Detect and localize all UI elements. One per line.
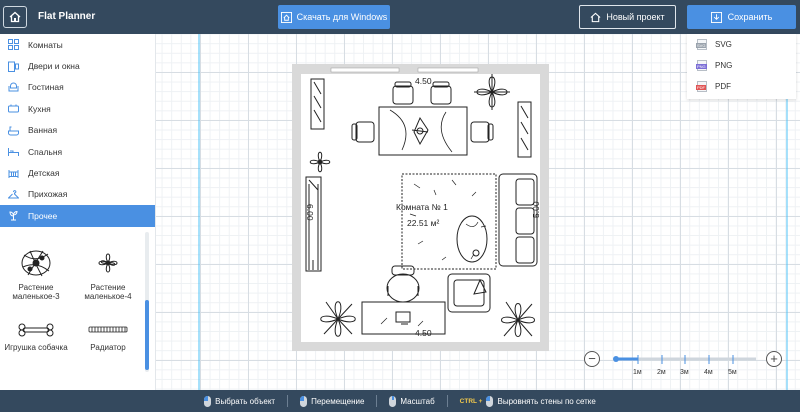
catalog-items: Растение маленькое-3 Растение маленькое-… [0, 233, 148, 390]
sidebar-item-label: Двери и окна [28, 61, 80, 72]
catalog-item-dog-toy[interactable]: Игрушка собачка [0, 319, 72, 352]
dog-toy-icon [18, 323, 54, 337]
sidebar-item-label: Кухня [28, 103, 51, 114]
app-title: Flat Planner [38, 11, 96, 22]
catalog-item-plant-small-3[interactable]: Растение маленькое-3 [0, 245, 72, 301]
export-menu: SVG SVG PNG PNG PDF PDF [687, 34, 796, 99]
save-label: Сохранить [727, 12, 773, 22]
zoom-in-symbol: + [770, 351, 778, 366]
hint-align-label: Выровнять стены по сетке [497, 396, 596, 406]
sidebar-item-kids-room[interactable]: Детская [0, 162, 155, 183]
sidebar-item-label: Прихожая [28, 189, 68, 200]
radiator-icon [88, 326, 128, 333]
room-area: 22.51 м² [407, 218, 439, 228]
sidebar-item-rooms[interactable]: Комнаты [0, 34, 155, 55]
sidebar-item-living-room[interactable]: Гостиная [0, 77, 155, 98]
mouse-left-click-icon [486, 395, 494, 407]
zoom-out-symbol: − [588, 351, 596, 366]
door-icon [7, 60, 19, 72]
png-file-icon: PNG [696, 60, 707, 71]
bed-icon [7, 146, 19, 158]
catalog-scrollbar[interactable] [145, 232, 149, 372]
zoom-tick-label: 3м [680, 369, 689, 376]
hint-select: Выбрать объект [204, 395, 276, 407]
catalog-scrollbar-thumb[interactable] [145, 300, 149, 370]
sidebar-item-other[interactable]: Прочее [0, 205, 155, 227]
download-windows-label: Скачать для Windows [296, 12, 388, 22]
sidebar-item-label: Комнаты [28, 39, 63, 50]
rooms-grid-icon [7, 39, 19, 51]
sidebar-item-bathroom[interactable]: Ванная [0, 120, 155, 141]
hint-scale: Масштаб [389, 395, 435, 407]
zoom-tick-label: 1м [633, 369, 642, 376]
hint-select-label: Выбрать объект [215, 396, 276, 406]
sidebar-item-label: Прочее [28, 210, 58, 221]
dimension-right: 5.00 [531, 201, 541, 218]
mouse-left-click-icon [204, 395, 212, 407]
zoom-tick-label: 4м [704, 369, 713, 376]
catalog-item-label: Растение маленькое-3 [12, 283, 60, 301]
sidebar-item-label: Ванная [28, 125, 58, 136]
crib-icon [7, 167, 19, 179]
sidebar-item-hallway[interactable]: Прихожая [0, 184, 155, 205]
home-logo-icon[interactable] [3, 6, 27, 28]
sidebar-item-label: Спальня [28, 146, 63, 157]
new-project-label: Новый проект [606, 12, 665, 22]
zoom-out-button[interactable]: − [584, 351, 600, 367]
divider [287, 395, 289, 407]
pdf-file-icon: PDF [696, 81, 707, 92]
download-icon [710, 11, 722, 23]
top-bar: Flat Planner Скачать для Windows Новый п… [0, 0, 800, 34]
hint-move: Перемещение [300, 395, 365, 407]
home-icon [590, 12, 601, 22]
hint-move-label: Перемещение [311, 396, 365, 406]
export-pdf-label: PDF [715, 82, 731, 91]
dimension-bottom: 4.50 [415, 328, 432, 338]
dimension-top: 4.50 [415, 76, 432, 86]
zoom-slider-handle[interactable] [613, 356, 619, 362]
mouse-wheel-icon [389, 395, 397, 407]
hint-align: CTRL + Выровнять стены по сетке [459, 395, 596, 407]
zoom-tick-label: 2м [657, 369, 666, 376]
new-project-button[interactable]: Новый проект [579, 5, 676, 29]
export-svg-label: SVG [715, 40, 732, 49]
status-bar: Выбрать объект Перемещение Масштаб CTRL … [0, 390, 800, 412]
sidebar-item-bedroom[interactable]: Спальня [0, 141, 155, 162]
plant-small-3-icon [21, 250, 51, 277]
mouse-drag-icon [300, 395, 308, 407]
catalog-item-plant-small-4[interactable]: Растение маленькое-4 [72, 245, 144, 301]
room-name[interactable]: Комната № 1 [396, 202, 448, 212]
catalog-item-label: Игрушка собачка [4, 343, 68, 352]
sidebar-item-label: Детская [28, 168, 60, 179]
home-icon [280, 11, 292, 23]
export-svg-item[interactable]: SVG SVG [687, 34, 796, 55]
sofa-icon [7, 81, 19, 93]
export-png-item[interactable]: PNG PNG [687, 55, 796, 76]
divider [376, 395, 378, 407]
sidebar-item-doors-windows[interactable]: Двери и окна [0, 55, 155, 76]
sidebar: Комнаты Двери и окна Гостиная Кухня Ванн… [0, 34, 156, 390]
divider [446, 395, 448, 407]
hanger-icon [7, 188, 19, 200]
svg-file-icon: SVG [696, 39, 707, 50]
plant-small-4-icon [98, 253, 118, 273]
sidebar-item-kitchen[interactable]: Кухня [0, 98, 155, 119]
catalog-item-label: Растение маленькое-4 [84, 283, 132, 301]
zoom-scale[interactable]: 1м 2м 3м 4м 5м [613, 355, 756, 376]
plant-icon [7, 210, 19, 222]
export-png-label: PNG [715, 61, 733, 70]
export-pdf-item[interactable]: PDF PDF [687, 76, 796, 97]
catalog-item-label: Радиатор [90, 343, 126, 352]
hint-scale-label: Масштаб [400, 396, 435, 406]
catalog-item-radiator[interactable]: Радиатор [72, 319, 144, 352]
sidebar-item-label: Гостиная [28, 82, 64, 93]
zoom-tick-label: 5м [728, 369, 737, 376]
download-windows-button[interactable]: Скачать для Windows [278, 5, 390, 29]
dimension-left: 6.00 [305, 204, 315, 221]
save-button[interactable]: Сохранить [687, 5, 796, 29]
kitchen-icon [7, 103, 19, 115]
zoom-in-button[interactable]: + [766, 351, 782, 367]
bathtub-icon [7, 124, 19, 136]
ctrl-key-label: CTRL + [459, 397, 483, 405]
